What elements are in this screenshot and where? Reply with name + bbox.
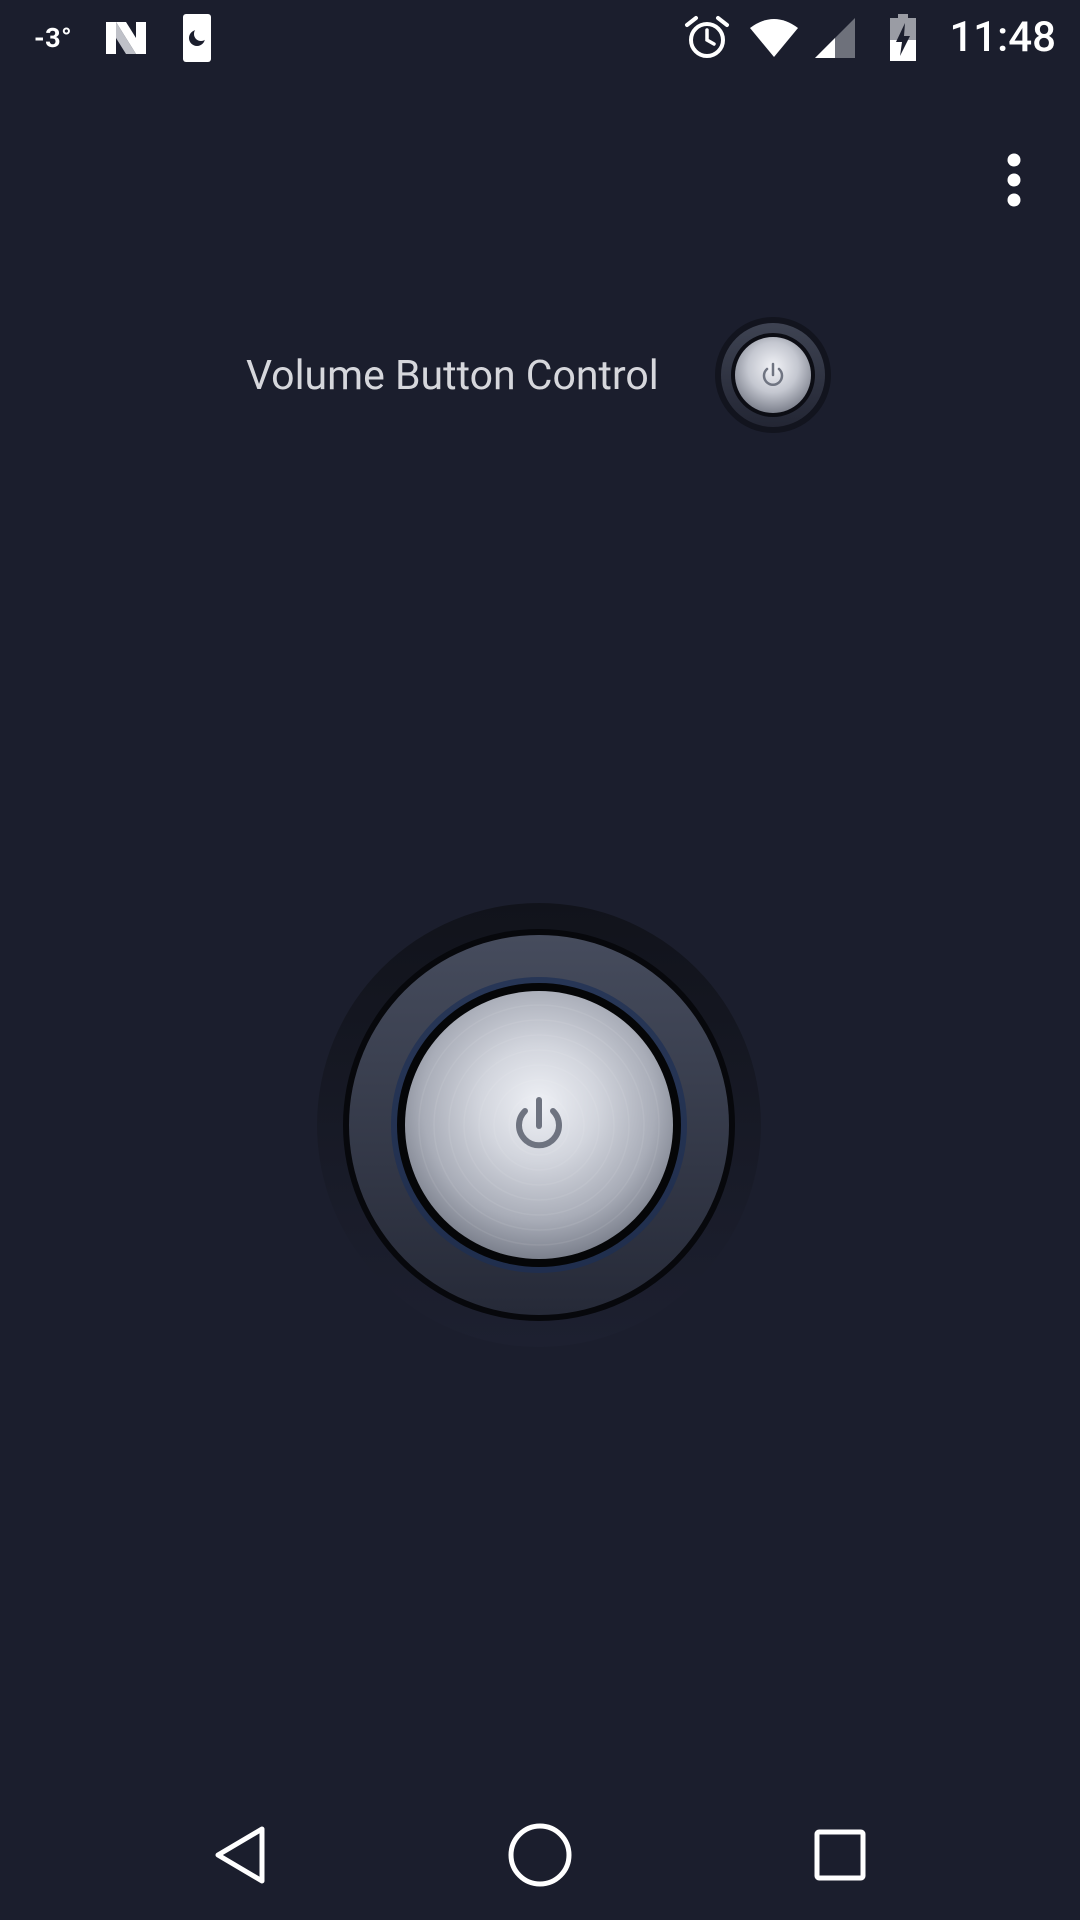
back-icon [215, 1826, 265, 1884]
cell-signal-icon [812, 0, 858, 75]
volume-control-label: Volume Button Control [246, 352, 659, 400]
navigation-bar [0, 1788, 1080, 1920]
wifi-icon [748, 0, 800, 75]
recents-button[interactable] [798, 1813, 882, 1897]
more-vert-icon [1007, 153, 1021, 207]
home-button[interactable] [498, 1813, 582, 1897]
temperature-text: -3° [34, 21, 73, 54]
back-button[interactable] [198, 1813, 282, 1897]
overflow-menu-button[interactable] [990, 150, 1038, 210]
flashlight-power-button[interactable] [314, 900, 764, 1350]
alarm-icon [682, 0, 732, 75]
battery-charging-icon [888, 0, 918, 75]
night-mode-icon [181, 0, 213, 75]
recents-icon [814, 1829, 866, 1881]
status-bar: -3° 11:48 [0, 0, 1080, 75]
clock-text: 11:48 [949, 13, 1056, 62]
volume-control-toggle[interactable] [714, 316, 832, 434]
nova-launcher-icon [102, 0, 150, 75]
home-icon [508, 1823, 572, 1887]
